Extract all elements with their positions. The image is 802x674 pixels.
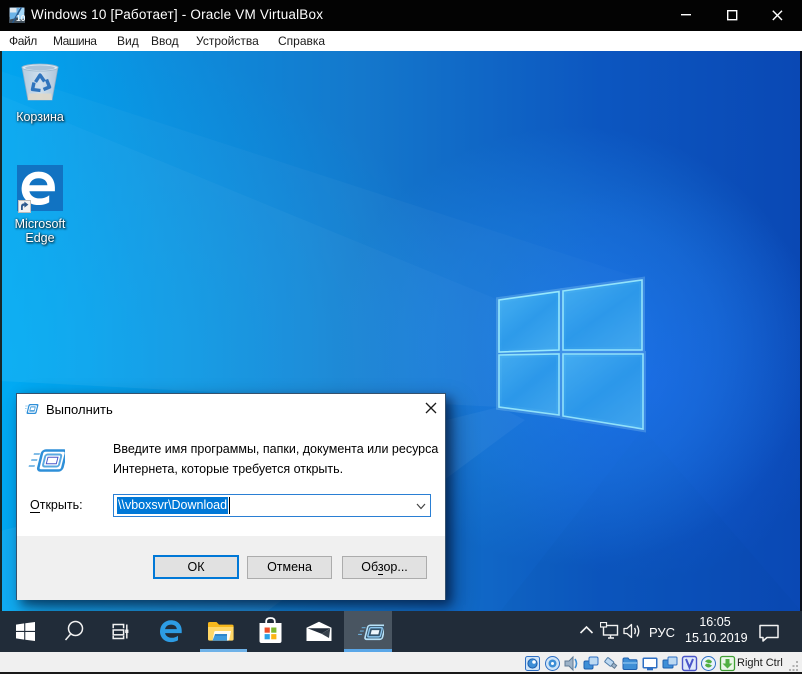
svg-text:10: 10 <box>16 13 25 23</box>
